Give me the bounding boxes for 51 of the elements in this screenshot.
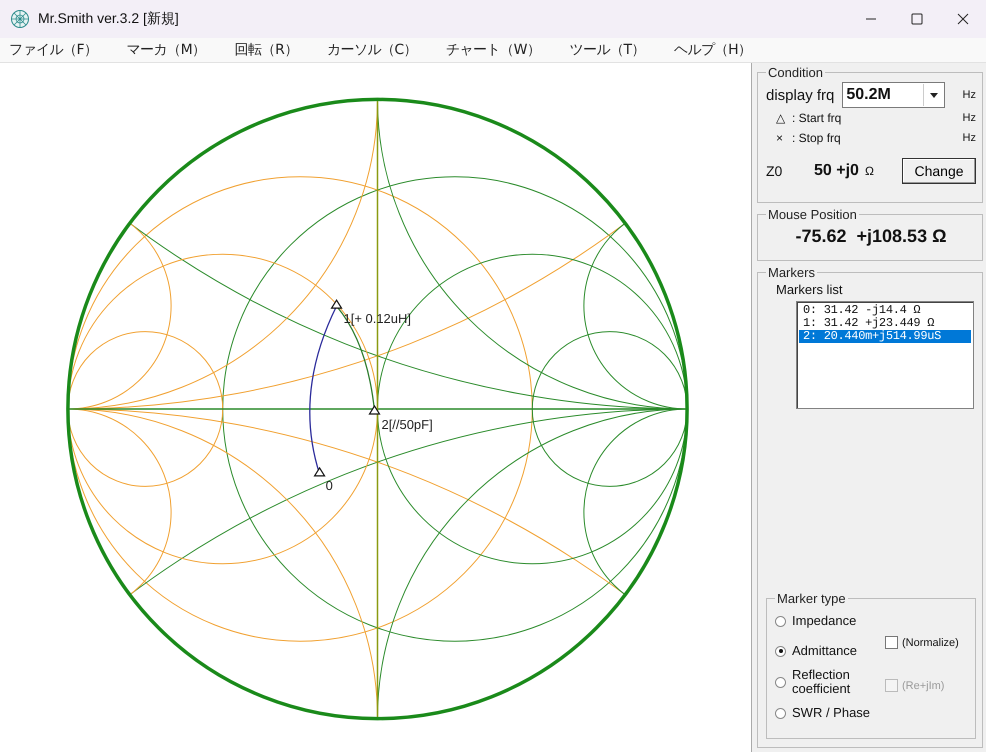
triangle-marker-icon: [368, 404, 381, 415]
menu-item[interactable]: ツール（T）: [560, 41, 646, 59]
radio-button[interactable]: [775, 676, 786, 688]
unit-label: Hz: [962, 112, 976, 124]
radio-label: Impedance: [792, 614, 856, 628]
radio-label: SWR / Phase: [792, 706, 870, 720]
marker-label: 0: [326, 478, 333, 493]
radio-label: Admittance: [792, 644, 858, 658]
change-button[interactable]: Change: [902, 158, 976, 184]
caret-icon: [930, 92, 938, 98]
field-label: : Stop frq: [792, 131, 841, 145]
triangle-marker-icon: [330, 299, 343, 309]
markers-list[interactable]: 0: 31.42 -j14.4 Ω 1: 31.42 +j23.449 Ω 2: 20.440m+j514.99uS: [796, 301, 974, 409]
list-item[interactable]: 1: 31.42 +j23.449 Ω: [799, 317, 971, 330]
panel-title: Markers: [767, 265, 816, 280]
unit-label: Ω: [864, 164, 874, 178]
menu-item[interactable]: マーカ（M）: [118, 41, 206, 59]
close-icon: [957, 13, 969, 25]
checkbox[interactable]: [885, 636, 898, 649]
symbol-label: ×: [776, 131, 784, 145]
menu-item[interactable]: チャート（W）: [437, 41, 541, 59]
menu-item[interactable]: ヘルプ（H）: [665, 41, 752, 59]
mouse-position-value: -75.62 +j108.53 Ω: [794, 225, 948, 247]
list-label: Markers list: [776, 282, 844, 297]
maximize-icon: [911, 13, 923, 25]
radio-label: Reflection coefficient: [792, 668, 852, 696]
field-label: : Start frq: [792, 111, 842, 125]
list-item[interactable]: 0: 31.42 -j14.4 Ω: [799, 304, 971, 317]
triangle-marker-icon: [314, 466, 326, 477]
radio-button[interactable]: [775, 708, 786, 718]
impedance-value: 50 +j0: [814, 162, 859, 180]
window-title: Mr.Smith ver.3.2 [新規]: [38, 10, 180, 28]
checkbox-label: (Re+jIm): [902, 680, 944, 692]
menu-item[interactable]: ファイル（F）: [0, 41, 98, 59]
frequency-dropdown[interactable]: 50.2M: [842, 82, 946, 108]
app-logo-icon: [10, 9, 30, 29]
field-label: display frq: [766, 86, 834, 104]
unit-label: Hz: [962, 132, 976, 144]
panel-title: Mouse Position: [767, 207, 858, 222]
symbol-label: △: [776, 111, 786, 125]
list-item[interactable]: 2: 20.440m+j514.99uS: [799, 330, 971, 343]
radio-button[interactable]: [775, 646, 786, 656]
panel-title: Marker type: [776, 591, 847, 606]
unit-label: Hz: [962, 89, 976, 101]
marker-label: 2[//50pF]: [382, 416, 433, 432]
panel-title: Condition: [767, 65, 824, 80]
checkbox-label: (Normalize): [902, 636, 959, 648]
field-label: Z0: [766, 163, 784, 179]
menu-item[interactable]: カーソル（C）: [318, 41, 418, 59]
radio-button[interactable]: [775, 616, 786, 626]
menu-item[interactable]: 回転（R）: [226, 41, 298, 59]
